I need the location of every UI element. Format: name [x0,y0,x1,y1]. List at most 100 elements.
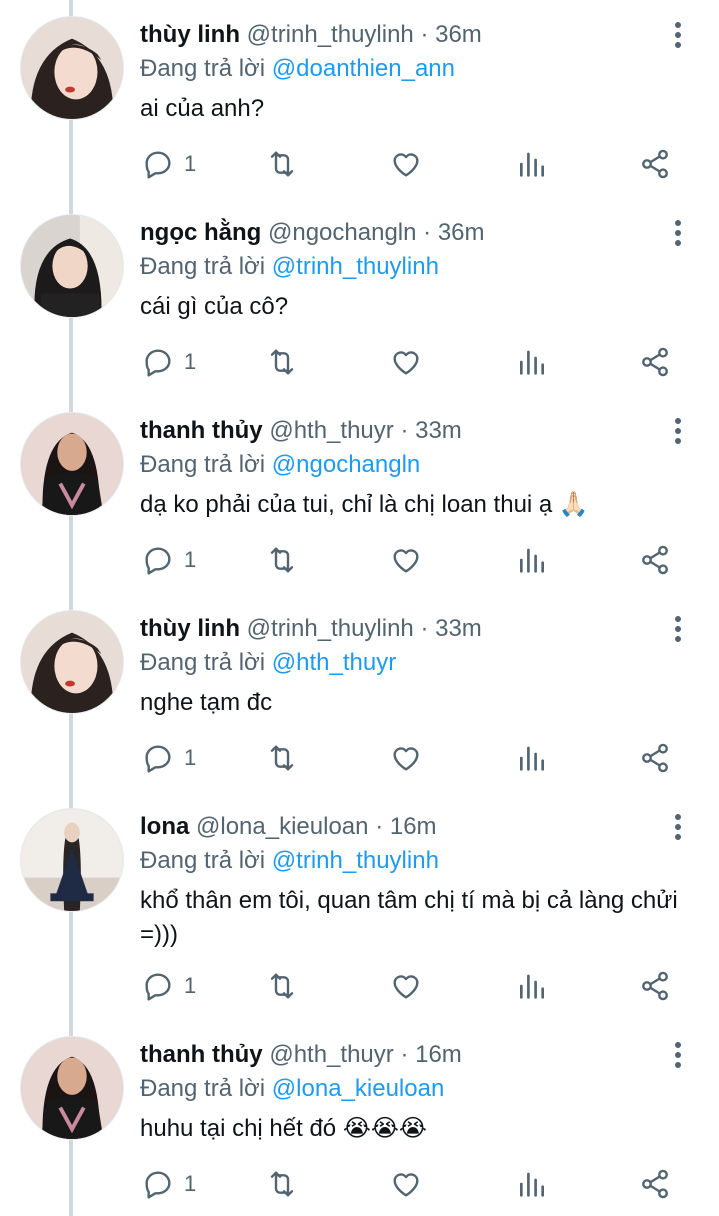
action-bar: 1 [0,1164,719,1204]
analytics-icon [520,746,544,771]
mention-link[interactable]: @ngochangln [272,451,420,478]
replying-to-label: Đang trả lời [140,847,266,874]
avatar[interactable] [20,412,124,516]
analytics-button[interactable] [516,342,548,382]
more-icon[interactable] [668,416,688,446]
display-name[interactable]: thanh thủy [140,1041,263,1068]
timestamp[interactable]: · 33m [420,615,481,642]
avatar[interactable] [20,214,124,318]
mention-link[interactable]: @trinh_thuylinh [272,847,439,874]
retweet-button[interactable] [266,966,298,1006]
avatar[interactable] [20,16,124,120]
analytics-icon [520,974,544,999]
like-icon [393,549,419,573]
reply-count: 1 [184,1171,197,1196]
replying-to: Đang trả lời @hth_thuyr [140,648,396,678]
display-name[interactable]: thanh thủy [140,417,263,444]
user-handle[interactable]: @ngochangln [268,219,416,246]
like-icon [393,975,419,999]
user-handle[interactable]: @lona_kieuloan [196,813,369,840]
reply-button[interactable]: 1 [142,342,196,382]
more-icon[interactable] [668,218,688,248]
mention-link[interactable]: @lona_kieuloan [272,1075,445,1102]
analytics-button[interactable] [516,1164,548,1204]
share-button[interactable] [639,342,671,382]
reply-count: 1 [184,349,197,374]
tweet[interactable]: lona @lona_kieuloan · 16m Đang trả lời @… [0,792,719,1020]
analytics-button[interactable] [516,738,548,778]
share-button[interactable] [639,540,671,580]
retweet-button[interactable] [266,540,298,580]
reply-icon [145,151,171,179]
mention-link[interactable]: @doanthien_ann [272,55,455,82]
share-button[interactable] [639,738,671,778]
share-icon [642,149,668,179]
user-handle[interactable]: @hth_thuyr [269,1041,393,1068]
share-icon [642,743,668,773]
replying-to: Đang trả lời @trinh_thuylinh [140,846,439,876]
timestamp[interactable]: · 16m [400,1041,461,1068]
display-name[interactable]: thùy linh [140,615,240,642]
more-icon[interactable] [668,1040,688,1070]
retweet-button[interactable] [266,1164,298,1204]
like-button[interactable] [390,144,422,184]
reply-button[interactable]: 1 [142,738,196,778]
analytics-button[interactable] [516,144,548,184]
tweet[interactable]: thanh thủy @hth_thuyr · 33m Đang trả lời… [0,396,719,594]
mention-link[interactable]: @hth_thuyr [272,649,396,676]
retweet-button[interactable] [266,144,298,184]
more-icon[interactable] [668,812,688,842]
action-bar: 1 [0,540,719,580]
avatar[interactable] [20,610,124,714]
tweet[interactable]: thùy linh @trinh_thuylinh · 36m Đang trả… [0,0,719,198]
retweet-button[interactable] [266,738,298,778]
replying-to-label: Đang trả lời [140,649,266,676]
mention-link[interactable]: @trinh_thuylinh [272,253,439,280]
tweet-text: dạ ko phải của tui, chỉ là chị loan thui… [140,491,589,518]
replying-to: Đang trả lời @lona_kieuloan [140,1074,444,1104]
timestamp[interactable]: · 16m [375,813,436,840]
user-handle[interactable]: @trinh_thuylinh [247,615,414,642]
share-icon [642,347,668,377]
display-name[interactable]: ngọc hằng [140,219,261,246]
display-name[interactable]: lona [140,813,189,840]
reply-button[interactable]: 1 [142,966,196,1006]
timestamp[interactable]: · 33m [400,417,461,444]
reply-icon [145,745,171,773]
share-button[interactable] [639,966,671,1006]
analytics-icon [520,548,544,573]
tweet-header: thùy linh @trinh_thuylinh · 33m [140,614,482,644]
reply-button[interactable]: 1 [142,540,196,580]
share-button[interactable] [639,144,671,184]
tweet[interactable]: thùy linh @trinh_thuylinh · 33m Đang trả… [0,594,719,792]
user-handle[interactable]: @hth_thuyr [269,417,393,444]
share-icon [642,545,668,575]
like-button[interactable] [390,966,422,1006]
like-button[interactable] [390,1164,422,1204]
reply-button[interactable]: 1 [142,1164,196,1204]
tweet[interactable]: ngọc hằng @ngochangln · 36m Đang trả lời… [0,198,719,396]
retweet-icon [270,151,294,177]
retweet-button[interactable] [266,342,298,382]
like-button[interactable] [390,342,422,382]
analytics-button[interactable] [516,540,548,580]
more-icon[interactable] [668,614,688,644]
retweet-icon [270,1171,294,1197]
action-bar: 1 [0,144,719,184]
like-button[interactable] [390,540,422,580]
user-handle[interactable]: @trinh_thuylinh [247,21,414,48]
reply-count: 1 [184,547,197,572]
tweet[interactable]: thanh thủy @hth_thuyr · 16m Đang trả lời… [0,1020,719,1216]
share-button[interactable] [639,1164,671,1204]
like-button[interactable] [390,738,422,778]
timestamp[interactable]: · 36m [420,21,481,48]
avatar[interactable] [20,1036,124,1140]
timestamp[interactable]: · 36m [423,219,484,246]
more-icon[interactable] [668,20,688,50]
display-name[interactable]: thùy linh [140,21,240,48]
avatar[interactable] [20,808,124,912]
analytics-icon [520,152,544,177]
tweet-header: thanh thủy @hth_thuyr · 16m [140,1040,462,1070]
reply-button[interactable]: 1 [142,144,196,184]
analytics-button[interactable] [516,966,548,1006]
